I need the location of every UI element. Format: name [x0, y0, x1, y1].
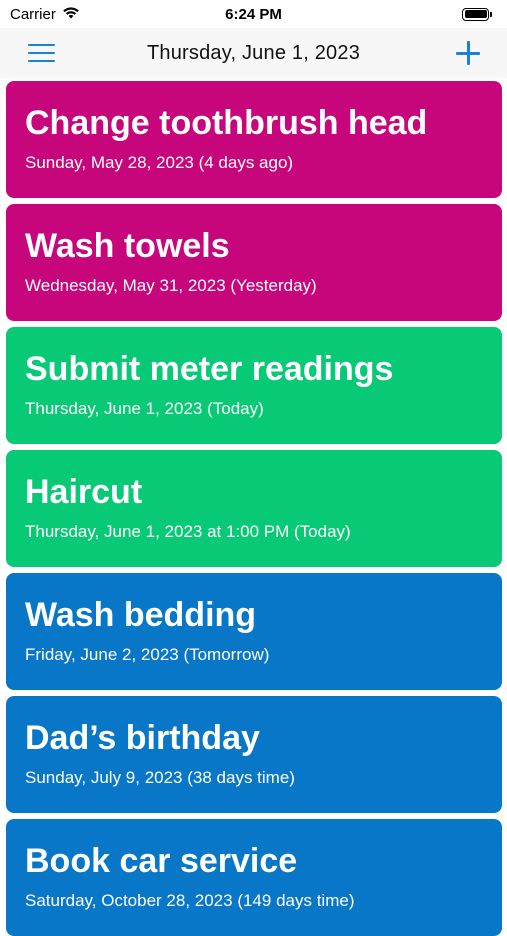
task-card[interactable]: Dad’s birthday Sunday, July 9, 2023 (38 …	[6, 696, 502, 813]
wifi-icon	[62, 6, 80, 23]
plus-icon[interactable]	[456, 41, 480, 65]
task-title: Dad’s birthday	[25, 719, 260, 757]
task-date: Wednesday, May 31, 2023 (Yesterday)	[25, 276, 317, 295]
status-bar: Carrier 6:24 PM	[0, 0, 507, 28]
page-title: Thursday, June 1, 2023	[146, 41, 361, 64]
menu-icon[interactable]	[28, 44, 55, 62]
task-title: Submit meter readings	[25, 350, 394, 388]
task-card[interactable]: Wash bedding Friday, June 2, 2023 (Tomor…	[6, 573, 502, 690]
battery-icon	[462, 7, 492, 21]
task-card[interactable]: Haircut Thursday, June 1, 2023 at 1:00 P…	[6, 450, 502, 567]
task-date: Sunday, July 9, 2023 (38 days time)	[25, 768, 295, 787]
task-date: Friday, June 2, 2023 (Tomorrow)	[25, 645, 270, 664]
status-left: Carrier	[10, 6, 80, 23]
task-date: Thursday, June 1, 2023 (Today)	[25, 399, 264, 418]
task-title: Wash bedding	[25, 596, 257, 634]
task-date: Sunday, May 28, 2023 (4 days ago)	[25, 153, 294, 172]
task-title: Change toothbrush head	[25, 104, 428, 142]
task-title: Wash towels	[25, 227, 230, 265]
task-date: Saturday, October 28, 2023 (149 days tim…	[25, 891, 355, 910]
task-card[interactable]: Change toothbrush head Sunday, May 28, 2…	[6, 81, 502, 198]
task-card[interactable]: Book car service Saturday, October 28, 2…	[6, 819, 502, 936]
navigation-bar: Thursday, June 1, 2023	[0, 28, 507, 78]
task-date: Thursday, June 1, 2023 at 1:00 PM (Today…	[25, 522, 351, 541]
task-list: Change toothbrush head Sunday, May 28, 2…	[6, 81, 502, 936]
task-card[interactable]: Wash towels Wednesday, May 31, 2023 (Yes…	[6, 204, 502, 321]
task-title: Haircut	[25, 473, 143, 511]
task-title: Book car service	[25, 842, 298, 880]
task-card[interactable]: Submit meter readings Thursday, June 1, …	[6, 327, 502, 444]
carrier-label: Carrier	[10, 5, 56, 23]
